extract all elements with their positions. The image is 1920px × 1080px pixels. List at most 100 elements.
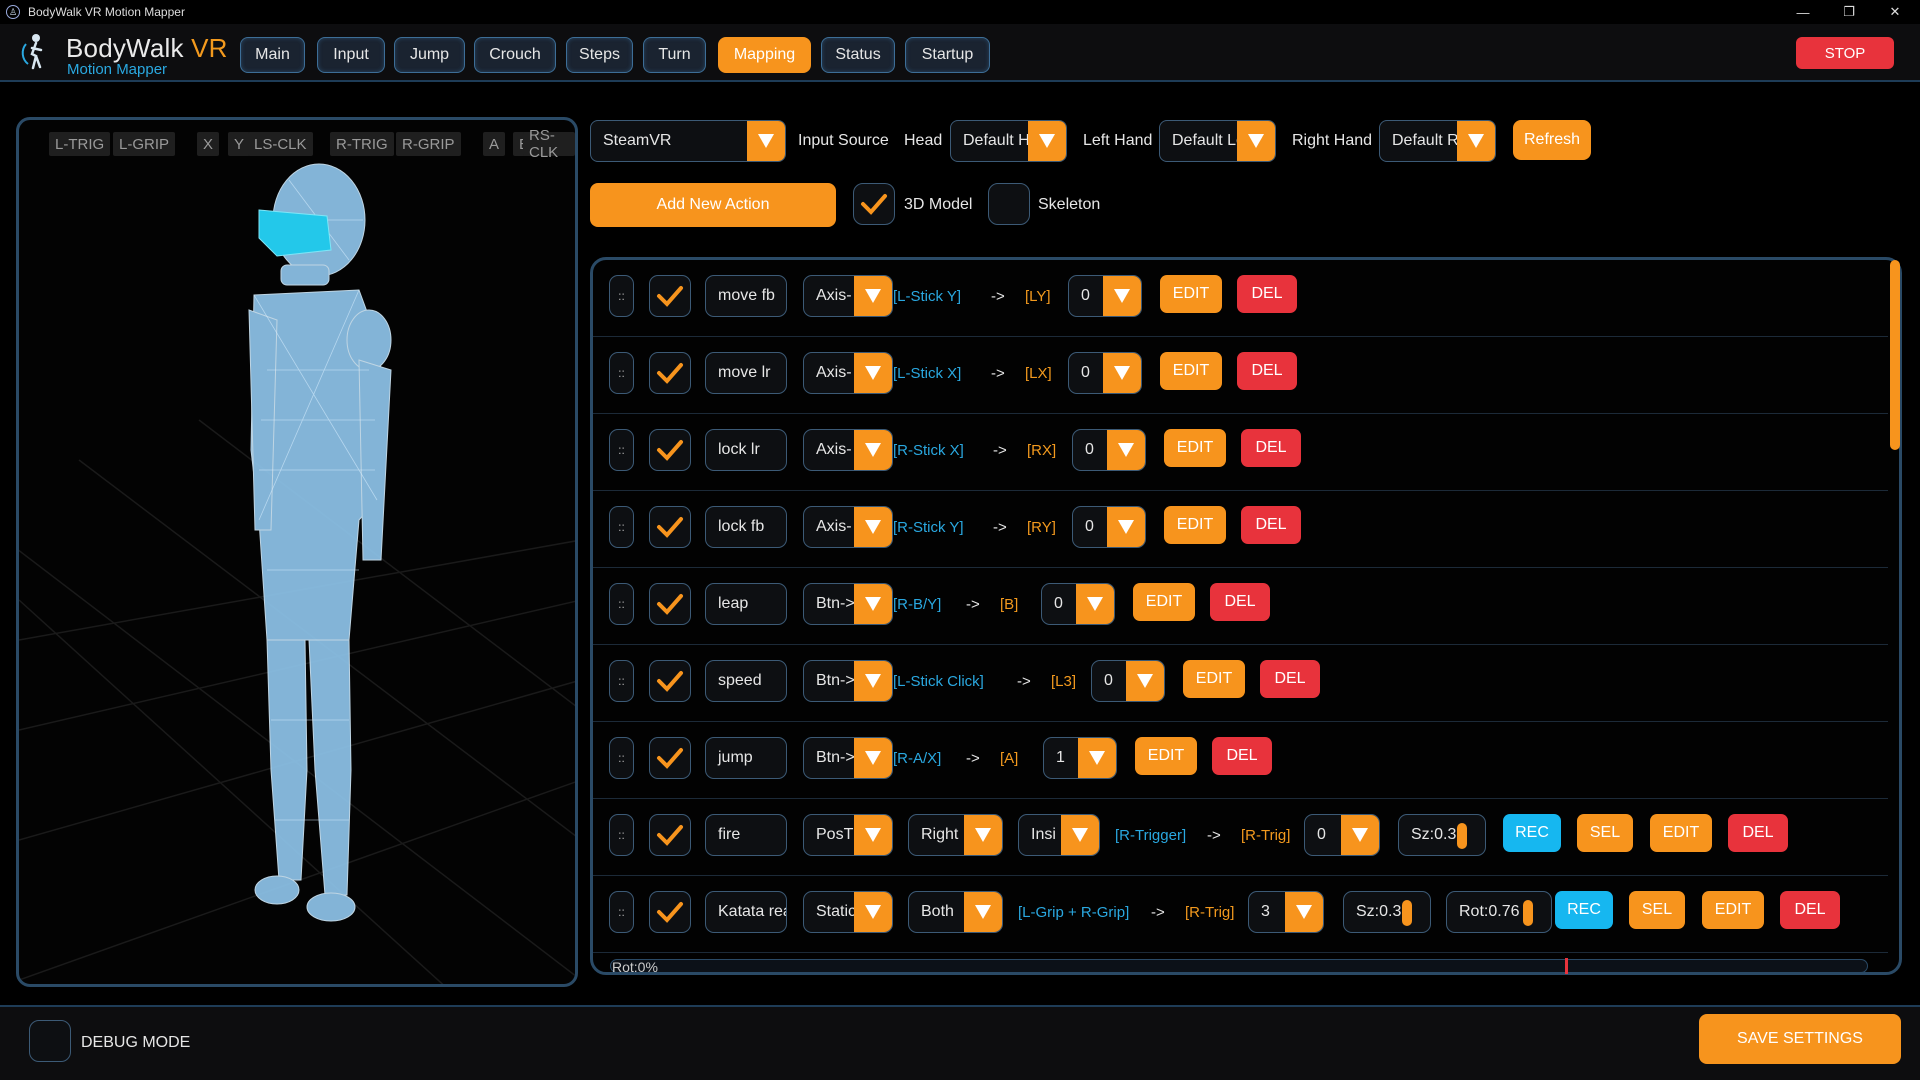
index-select[interactable]: 3 xyxy=(1248,891,1324,933)
mode-select[interactable]: Insi xyxy=(1018,814,1100,856)
action-name-field[interactable]: leap xyxy=(705,583,787,625)
enabled-checkbox[interactable] xyxy=(649,583,691,625)
index-select[interactable]: 1 xyxy=(1043,737,1117,779)
drag-handle-icon[interactable]: :: xyxy=(609,352,634,394)
index-select[interactable]: 0 xyxy=(1072,506,1146,548)
tab-input[interactable]: Input xyxy=(317,37,385,73)
edit-button[interactable]: EDIT xyxy=(1160,352,1222,390)
action-type-select[interactable]: Axis- xyxy=(803,429,893,471)
restore-button[interactable]: ❐ xyxy=(1826,0,1872,24)
rotation-slider[interactable] xyxy=(610,959,1868,973)
tab-turn[interactable]: Turn xyxy=(643,37,706,73)
size-slider[interactable]: Sz:0.36 xyxy=(1398,814,1486,856)
drag-handle-icon[interactable]: :: xyxy=(609,891,634,933)
action-type-select[interactable]: Axis- xyxy=(803,352,893,394)
slider-thumb[interactable] xyxy=(1523,900,1533,926)
index-select[interactable]: 0 xyxy=(1091,660,1165,702)
list-scrollbar[interactable] xyxy=(1890,260,1900,450)
edit-button[interactable]: EDIT xyxy=(1183,660,1245,698)
delete-button[interactable]: DEL xyxy=(1210,583,1270,621)
model-3d-checkbox[interactable] xyxy=(853,183,895,225)
select-button[interactable]: SEL xyxy=(1629,891,1685,929)
enabled-checkbox[interactable] xyxy=(649,891,691,933)
save-settings-button[interactable]: SAVE SETTINGS xyxy=(1699,1014,1901,1064)
tab-startup[interactable]: Startup xyxy=(905,37,990,73)
delete-button[interactable]: DEL xyxy=(1237,275,1297,313)
edit-button[interactable]: EDIT xyxy=(1702,891,1764,929)
record-button[interactable]: REC xyxy=(1555,891,1613,929)
index-select[interactable]: 0 xyxy=(1304,814,1380,856)
size-slider[interactable]: Sz:0.35 xyxy=(1343,891,1431,933)
action-name-field[interactable]: lock fb xyxy=(705,506,787,548)
action-type-select[interactable]: Btn-> xyxy=(803,583,893,625)
tab-steps[interactable]: Steps xyxy=(566,37,633,73)
delete-button[interactable]: DEL xyxy=(1212,737,1272,775)
record-button[interactable]: REC xyxy=(1503,814,1561,852)
action-type-select[interactable]: Btn-> xyxy=(803,660,893,702)
edit-button[interactable]: EDIT xyxy=(1135,737,1197,775)
skeleton-checkbox[interactable] xyxy=(988,183,1030,225)
action-name-field[interactable]: fire xyxy=(705,814,787,856)
action-type-select[interactable]: Axis- xyxy=(803,506,893,548)
drag-handle-icon[interactable]: :: xyxy=(609,814,634,856)
enabled-checkbox[interactable] xyxy=(649,737,691,779)
tab-jump[interactable]: Jump xyxy=(394,37,465,73)
close-button[interactable]: ✕ xyxy=(1872,0,1918,24)
edit-button[interactable]: EDIT xyxy=(1160,275,1222,313)
drag-handle-icon[interactable]: :: xyxy=(609,506,634,548)
edit-button[interactable]: EDIT xyxy=(1164,506,1226,544)
action-type-select[interactable]: Btn-> xyxy=(803,737,893,779)
drag-handle-icon[interactable]: :: xyxy=(609,660,634,702)
edit-button[interactable]: EDIT xyxy=(1650,814,1712,852)
enabled-checkbox[interactable] xyxy=(649,660,691,702)
rotation-field[interactable]: Rot:0.76 xyxy=(1446,891,1552,933)
slider-thumb[interactable] xyxy=(1457,823,1467,849)
delete-button[interactable]: DEL xyxy=(1237,352,1297,390)
drag-handle-icon[interactable]: :: xyxy=(609,737,634,779)
refresh-button[interactable]: Refresh xyxy=(1513,120,1591,160)
index-select[interactable]: 0 xyxy=(1041,583,1115,625)
hand-select[interactable]: Both xyxy=(908,891,1003,933)
input-source-select[interactable]: SteamVR xyxy=(590,120,786,162)
edit-button[interactable]: EDIT xyxy=(1164,429,1226,467)
delete-button[interactable]: DEL xyxy=(1780,891,1840,929)
tab-mapping[interactable]: Mapping xyxy=(718,37,811,73)
model-viewport[interactable]: L-TRIG L-GRIP X Y LS-CLK R-TRIG R-GRIP A… xyxy=(16,117,578,987)
enabled-checkbox[interactable] xyxy=(649,814,691,856)
action-type-select[interactable]: PosT xyxy=(803,814,893,856)
action-name-field[interactable]: move lr xyxy=(705,352,787,394)
action-type-select[interactable]: Static xyxy=(803,891,893,933)
slider-thumb[interactable] xyxy=(1402,900,1412,926)
delete-button[interactable]: DEL xyxy=(1260,660,1320,698)
select-button[interactable]: SEL xyxy=(1577,814,1633,852)
debug-mode-checkbox[interactable] xyxy=(29,1020,71,1062)
edit-button[interactable]: EDIT xyxy=(1133,583,1195,621)
tab-crouch[interactable]: Crouch xyxy=(474,37,556,73)
action-type-select[interactable]: Axis- xyxy=(803,275,893,317)
index-select[interactable]: 0 xyxy=(1068,352,1142,394)
hand-select[interactable]: Right xyxy=(908,814,1003,856)
right-hand-select[interactable]: Default Ri xyxy=(1379,120,1496,162)
action-name-field[interactable]: speed xyxy=(705,660,787,702)
enabled-checkbox[interactable] xyxy=(649,275,691,317)
drag-handle-icon[interactable]: :: xyxy=(609,583,634,625)
delete-button[interactable]: DEL xyxy=(1241,506,1301,544)
add-new-action-button[interactable]: Add New Action xyxy=(590,183,836,227)
drag-handle-icon[interactable]: :: xyxy=(609,275,634,317)
tab-main[interactable]: Main xyxy=(240,37,305,73)
delete-button[interactable]: DEL xyxy=(1728,814,1788,852)
tab-status[interactable]: Status xyxy=(821,37,895,73)
head-select[interactable]: Default H xyxy=(950,120,1067,162)
action-name-field[interactable]: Katata rea xyxy=(705,891,787,933)
enabled-checkbox[interactable] xyxy=(649,352,691,394)
action-name-field[interactable]: move fb xyxy=(705,275,787,317)
enabled-checkbox[interactable] xyxy=(649,429,691,471)
action-name-field[interactable]: jump xyxy=(705,737,787,779)
minimize-button[interactable]: — xyxy=(1780,0,1826,24)
drag-handle-icon[interactable]: :: xyxy=(609,429,634,471)
rotation-marker[interactable] xyxy=(1565,958,1568,974)
enabled-checkbox[interactable] xyxy=(649,506,691,548)
index-select[interactable]: 0 xyxy=(1072,429,1146,471)
action-name-field[interactable]: lock lr xyxy=(705,429,787,471)
stop-button[interactable]: STOP xyxy=(1796,37,1894,69)
